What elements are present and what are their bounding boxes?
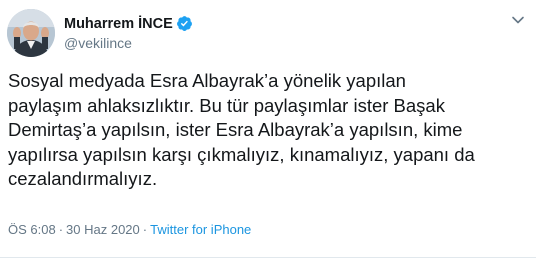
profile-photo-icon [7, 9, 55, 57]
verified-badge-icon [176, 15, 193, 32]
tweet-header: Muharrem İNCE @vekilince [7, 9, 529, 61]
tweet-meta: ÖS 6:08 · 30 Haz 2020 · Twitter for iPhone [8, 222, 251, 237]
author-names: Muharrem İNCE @vekilince [64, 14, 193, 51]
display-name-row: Muharrem İNCE [64, 14, 193, 33]
avatar[interactable] [7, 9, 55, 57]
chevron-down-icon[interactable] [511, 13, 525, 27]
tweet-card: Muharrem İNCE @vekilince Sosyal medyada … [0, 0, 536, 258]
tweet-time[interactable]: ÖS 6:08 [8, 222, 56, 237]
meta-separator: · [142, 222, 148, 237]
tweet-source-link[interactable]: Twitter for iPhone [150, 222, 251, 237]
author-handle[interactable]: @vekilince [64, 35, 193, 51]
tweet-text: Sosyal medyada Esra Albayrak’a yönelik y… [8, 70, 475, 189]
tweet-date[interactable]: 30 Haz 2020 [66, 222, 140, 237]
display-name[interactable]: Muharrem İNCE [64, 16, 173, 32]
meta-separator: · [58, 222, 64, 237]
